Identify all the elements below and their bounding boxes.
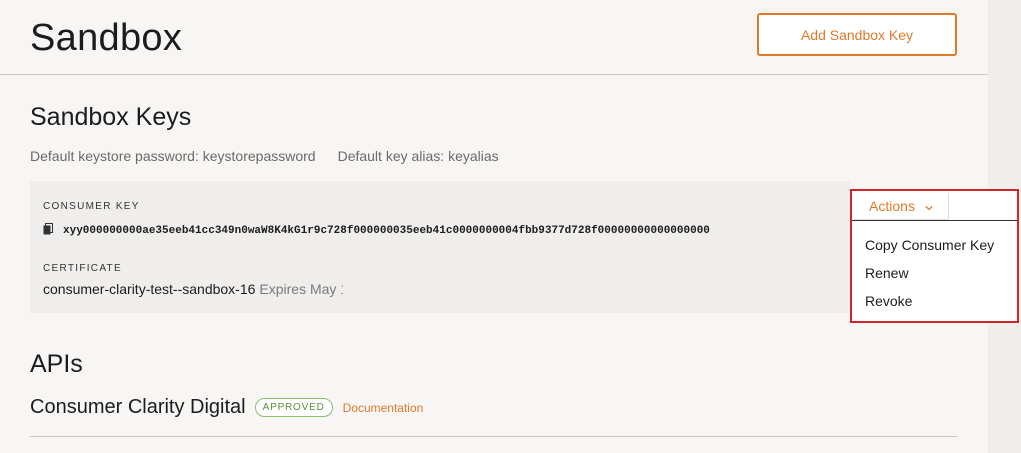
actions-button[interactable]: Actions xyxy=(854,193,949,220)
keystore-meta: Default keystore password: keystorepassw… xyxy=(30,148,499,164)
menu-item-revoke[interactable]: Revoke xyxy=(865,293,912,309)
certificate-name: consumer-clarity-test--sandbox-16 xyxy=(43,281,256,297)
sandbox-keys-title: Sandbox Keys xyxy=(30,103,192,131)
key-alias-text: Default key alias: keyalias xyxy=(337,148,499,164)
documentation-link[interactable]: Documentation xyxy=(343,401,424,415)
api-row: Consumer Clarity Digital APPROVED Docume… xyxy=(30,396,423,419)
sandbox-key-panel: CONSUMER KEY xyy000000000ae35eeb41cc349n… xyxy=(30,181,850,313)
api-name: Consumer Clarity Digital xyxy=(30,396,246,418)
actions-dropdown: Actions Copy Consumer Key Renew Revoke xyxy=(850,189,1019,323)
consumer-key-label: CONSUMER KEY xyxy=(43,201,140,212)
page-title: Sandbox xyxy=(30,17,183,59)
copy-icon[interactable] xyxy=(43,222,63,240)
certificate-label: CERTIFICATE xyxy=(43,263,122,274)
keystore-password-text: Default keystore password: keystorepassw… xyxy=(30,148,316,164)
menu-separator xyxy=(852,220,1017,221)
menu-item-copy-consumer-key[interactable]: Copy Consumer Key xyxy=(865,237,994,253)
add-sandbox-key-button[interactable]: Add Sandbox Key xyxy=(757,13,957,56)
menu-item-renew[interactable]: Renew xyxy=(865,265,909,281)
actions-button-label: Actions xyxy=(869,198,915,214)
header-divider xyxy=(0,74,988,75)
api-divider xyxy=(30,436,957,437)
certificate-row: consumer-clarity-test--sandbox-16 Expires… xyxy=(43,281,343,297)
consumer-key-row: xyy000000000ae35eeb41cc349n0waW8K4kG1r9c… xyxy=(43,222,850,240)
main-content: Sandbox Add Sandbox Key Sandbox Keys Def… xyxy=(0,0,988,453)
chevron-down-icon xyxy=(915,198,933,214)
consumer-key-value: xyy000000000ae35eeb41cc349n0waW8K4kG1r9c… xyxy=(63,225,710,237)
status-badge: APPROVED xyxy=(254,398,333,417)
apis-title: APIs xyxy=(30,350,83,378)
certificate-expiry: Expires May 10th, 2022 xyxy=(259,281,343,297)
